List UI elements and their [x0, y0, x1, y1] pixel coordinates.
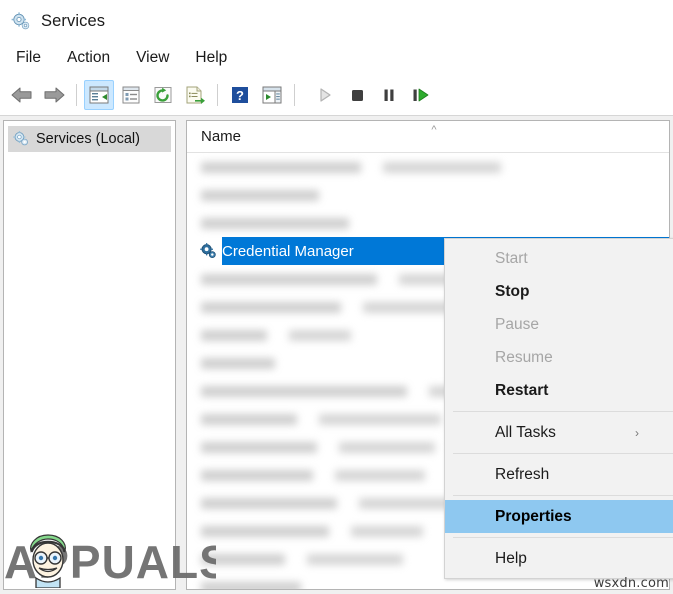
context-menu-item-refresh[interactable]: Refresh	[445, 458, 673, 491]
stop-service-icon[interactable]	[342, 80, 372, 110]
context-menu-item-pause[interactable]: Pause	[445, 308, 673, 341]
list-item[interactable]	[187, 153, 669, 181]
context-menu-item-resume[interactable]: Resume	[445, 341, 673, 374]
context-menu-item-label: All Tasks	[495, 423, 556, 441]
list-column-header: Name ^	[187, 121, 669, 153]
context-menu-separator	[453, 537, 673, 538]
services-gear-icon	[12, 130, 30, 148]
start-service-icon[interactable]	[310, 80, 340, 110]
help-icon[interactable]: ?	[225, 80, 255, 110]
menu-action[interactable]: Action	[54, 46, 123, 70]
list-item[interactable]	[187, 181, 669, 209]
list-item[interactable]	[187, 209, 669, 237]
restart-service-icon[interactable]	[406, 80, 436, 110]
services-gear-icon	[199, 242, 218, 261]
show-hide-console-tree-icon[interactable]	[84, 79, 114, 110]
context-menu-item-properties[interactable]: Properties	[445, 500, 673, 533]
menu-bar: File Action View Help	[0, 42, 673, 74]
menu-view[interactable]: View	[123, 46, 182, 70]
context-menu-item-stop[interactable]: Stop	[445, 275, 673, 308]
column-header-name[interactable]: Name	[187, 128, 241, 145]
wsxdn-watermark: wsxdn.com	[593, 576, 669, 591]
toolbar-separator	[294, 83, 295, 106]
svg-text:?: ?	[236, 88, 244, 103]
show-hide-action-pane-icon[interactable]	[257, 80, 287, 110]
pause-service-icon[interactable]	[374, 80, 404, 110]
properties-icon[interactable]	[116, 80, 146, 110]
tree-node-services-local[interactable]: Services (Local)	[8, 126, 171, 152]
list-item-label: Credential Manager	[222, 242, 354, 260]
window-title: Services	[41, 11, 106, 30]
context-menu-item-restart[interactable]: Restart	[445, 374, 673, 407]
services-window: Services File Action View Help ? Service…	[0, 0, 673, 594]
sort-ascending-chevron-icon: ^	[431, 124, 437, 136]
forward-icon[interactable]	[39, 80, 69, 110]
services-gear-icon	[10, 11, 32, 33]
tree-node-label: Services (Local)	[36, 131, 140, 147]
menu-help[interactable]: Help	[182, 46, 240, 70]
pane-splitter[interactable]	[176, 120, 184, 590]
refresh-icon[interactable]	[148, 80, 178, 110]
context-menu-separator	[453, 411, 673, 412]
chevron-right-icon: ›	[635, 425, 639, 440]
toolbar-separator	[217, 83, 218, 106]
toolbar: ?	[0, 74, 673, 116]
context-menu-separator	[453, 453, 673, 454]
context-menu-item-start[interactable]: Start	[445, 242, 673, 275]
context-menu-item-help[interactable]: Help	[445, 542, 673, 575]
context-menu-separator	[453, 495, 673, 496]
back-icon[interactable]	[7, 80, 37, 110]
console-tree-pane: Services (Local)	[3, 120, 176, 590]
menu-file[interactable]: File	[3, 46, 54, 70]
toolbar-separator	[76, 83, 77, 106]
export-list-icon[interactable]	[180, 80, 210, 110]
context-menu: Start Stop Pause Resume Restart All Task…	[444, 238, 673, 579]
title-bar: Services	[0, 0, 673, 42]
context-menu-item-all-tasks[interactable]: All Tasks ›	[445, 416, 673, 449]
